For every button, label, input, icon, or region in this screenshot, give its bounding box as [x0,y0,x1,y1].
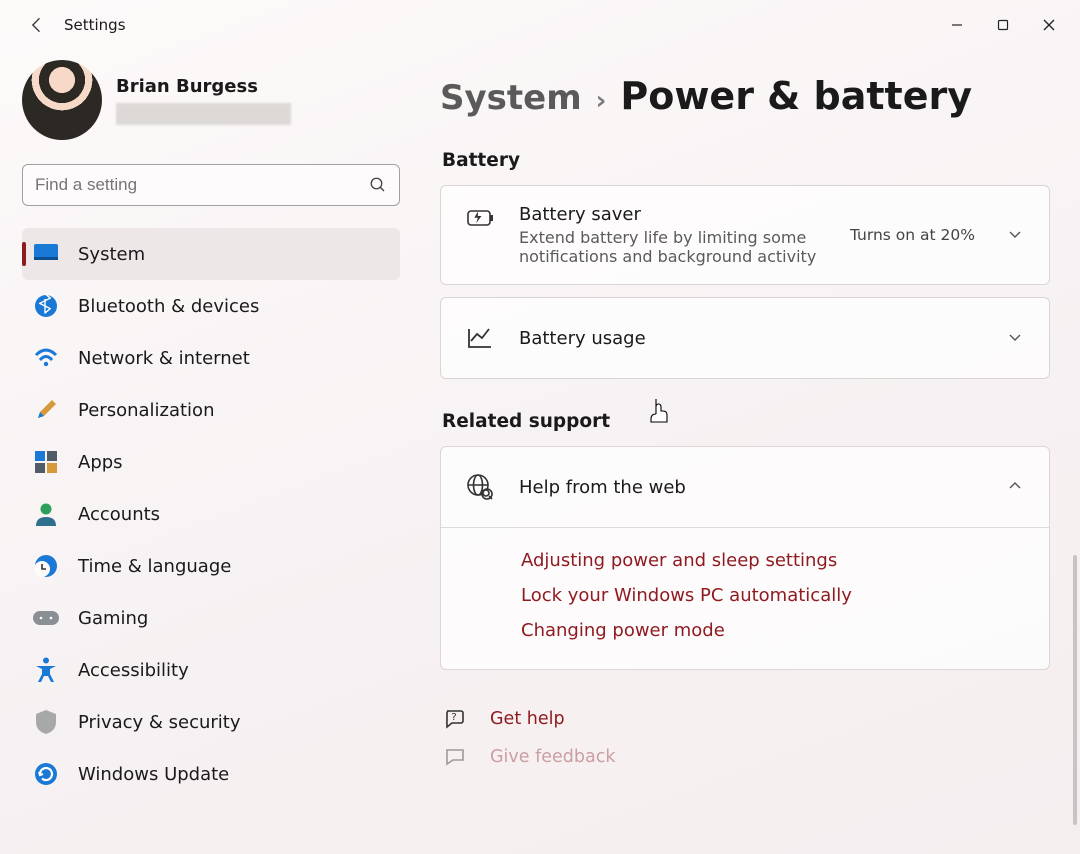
chevron-down-icon [1007,329,1025,347]
back-button[interactable] [26,14,48,36]
nav-item-label: Windows Update [78,764,229,785]
section-heading-battery: Battery [442,150,1050,171]
user-name: Brian Burgess [116,76,291,97]
search-input[interactable] [35,175,369,195]
nav-item-label: Gaming [78,608,148,629]
nav-item-label: Time & language [78,556,231,577]
bluetooth-icon [32,292,60,320]
search-field[interactable] [22,164,400,206]
nav-item-label: System [78,244,145,265]
chevron-up-icon [1007,478,1025,496]
help-links: Adjusting power and sleep settings Lock … [441,527,1049,663]
breadcrumb: System › Power & battery [440,74,1050,118]
apps-icon [32,448,60,476]
user-block[interactable]: Brian Burgess [22,60,400,140]
nav-item-bluetooth[interactable]: Bluetooth & devices [22,280,400,332]
accounts-icon [32,500,60,528]
nav: System Bluetooth & devices Network & int… [22,228,400,800]
window-controls [934,7,1072,43]
scrollbar[interactable] [1073,555,1077,825]
card-title: Help from the web [519,477,983,498]
nav-item-label: Apps [78,452,123,473]
system-icon [32,240,60,268]
card-help-from-web: Help from the web Adjusting power and sl… [440,446,1050,670]
accessibility-icon [32,656,60,684]
user-email-redacted [116,103,291,125]
search-icon [369,176,387,194]
card-value: Turns on at 20% [850,226,975,244]
nav-item-accounts[interactable]: Accounts [22,488,400,540]
feedback-icon [442,744,468,770]
close-button[interactable] [1026,7,1072,43]
card-subtitle: Extend battery life by limiting some not… [519,228,826,266]
help-link-lock-pc[interactable]: Lock your Windows PC automatically [521,585,1049,606]
nav-item-label: Accessibility [78,660,189,681]
nav-item-privacy[interactable]: Privacy & security [22,696,400,748]
nav-item-windows-update[interactable]: Windows Update [22,748,400,800]
get-help-link[interactable]: Get help [490,709,565,729]
breadcrumb-parent[interactable]: System [440,78,582,118]
nav-item-label: Privacy & security [78,712,241,733]
content: System › Power & battery Battery Battery… [418,50,1080,854]
nav-item-personalization[interactable]: Personalization [22,384,400,436]
nav-item-label: Personalization [78,400,214,421]
privacy-icon [32,708,60,736]
user-info: Brian Burgess [116,76,291,125]
nav-item-label: Bluetooth & devices [78,296,259,317]
personalization-icon [32,396,60,424]
nav-item-label: Accounts [78,504,160,525]
globe-search-icon [465,472,495,502]
section-heading-related: Related support [442,411,1050,432]
footer-feedback[interactable]: Give feedback [440,738,1050,776]
chevron-down-icon [1007,226,1025,244]
feedback-link[interactable]: Give feedback [490,747,616,767]
avatar [22,60,102,140]
card-battery-saver[interactable]: Battery saver Extend battery life by lim… [440,185,1050,285]
battery-usage-icon [465,323,495,353]
windows-update-icon [32,760,60,788]
gaming-icon [32,604,60,632]
titlebar: Settings [0,0,1080,50]
nav-item-network[interactable]: Network & internet [22,332,400,384]
card-title: Battery saver [519,204,826,225]
sidebar: Brian Burgess System Bluetooth & devi [0,50,418,854]
nav-item-time-language[interactable]: Time & language [22,540,400,592]
chevron-right-icon: › [596,86,607,116]
nav-item-gaming[interactable]: Gaming [22,592,400,644]
svg-text:?: ? [451,712,456,723]
help-link-power-mode[interactable]: Changing power mode [521,620,1049,641]
maximize-button[interactable] [980,7,1026,43]
nav-item-apps[interactable]: Apps [22,436,400,488]
nav-item-accessibility[interactable]: Accessibility [22,644,400,696]
page-title: Power & battery [620,74,972,118]
network-icon [32,344,60,372]
card-battery-usage[interactable]: Battery usage [440,297,1050,379]
help-icon: ? [442,706,468,732]
card-help-header[interactable]: Help from the web [441,447,1049,527]
card-title: Battery usage [519,328,983,349]
footer-get-help[interactable]: ? Get help [440,700,1050,738]
nav-item-label: Network & internet [78,348,250,369]
time-language-icon [32,552,60,580]
help-link-power-sleep[interactable]: Adjusting power and sleep settings [521,550,1049,571]
nav-item-system[interactable]: System [22,228,400,280]
minimize-button[interactable] [934,7,980,43]
battery-saver-icon [465,208,495,230]
app-title: Settings [64,16,126,34]
